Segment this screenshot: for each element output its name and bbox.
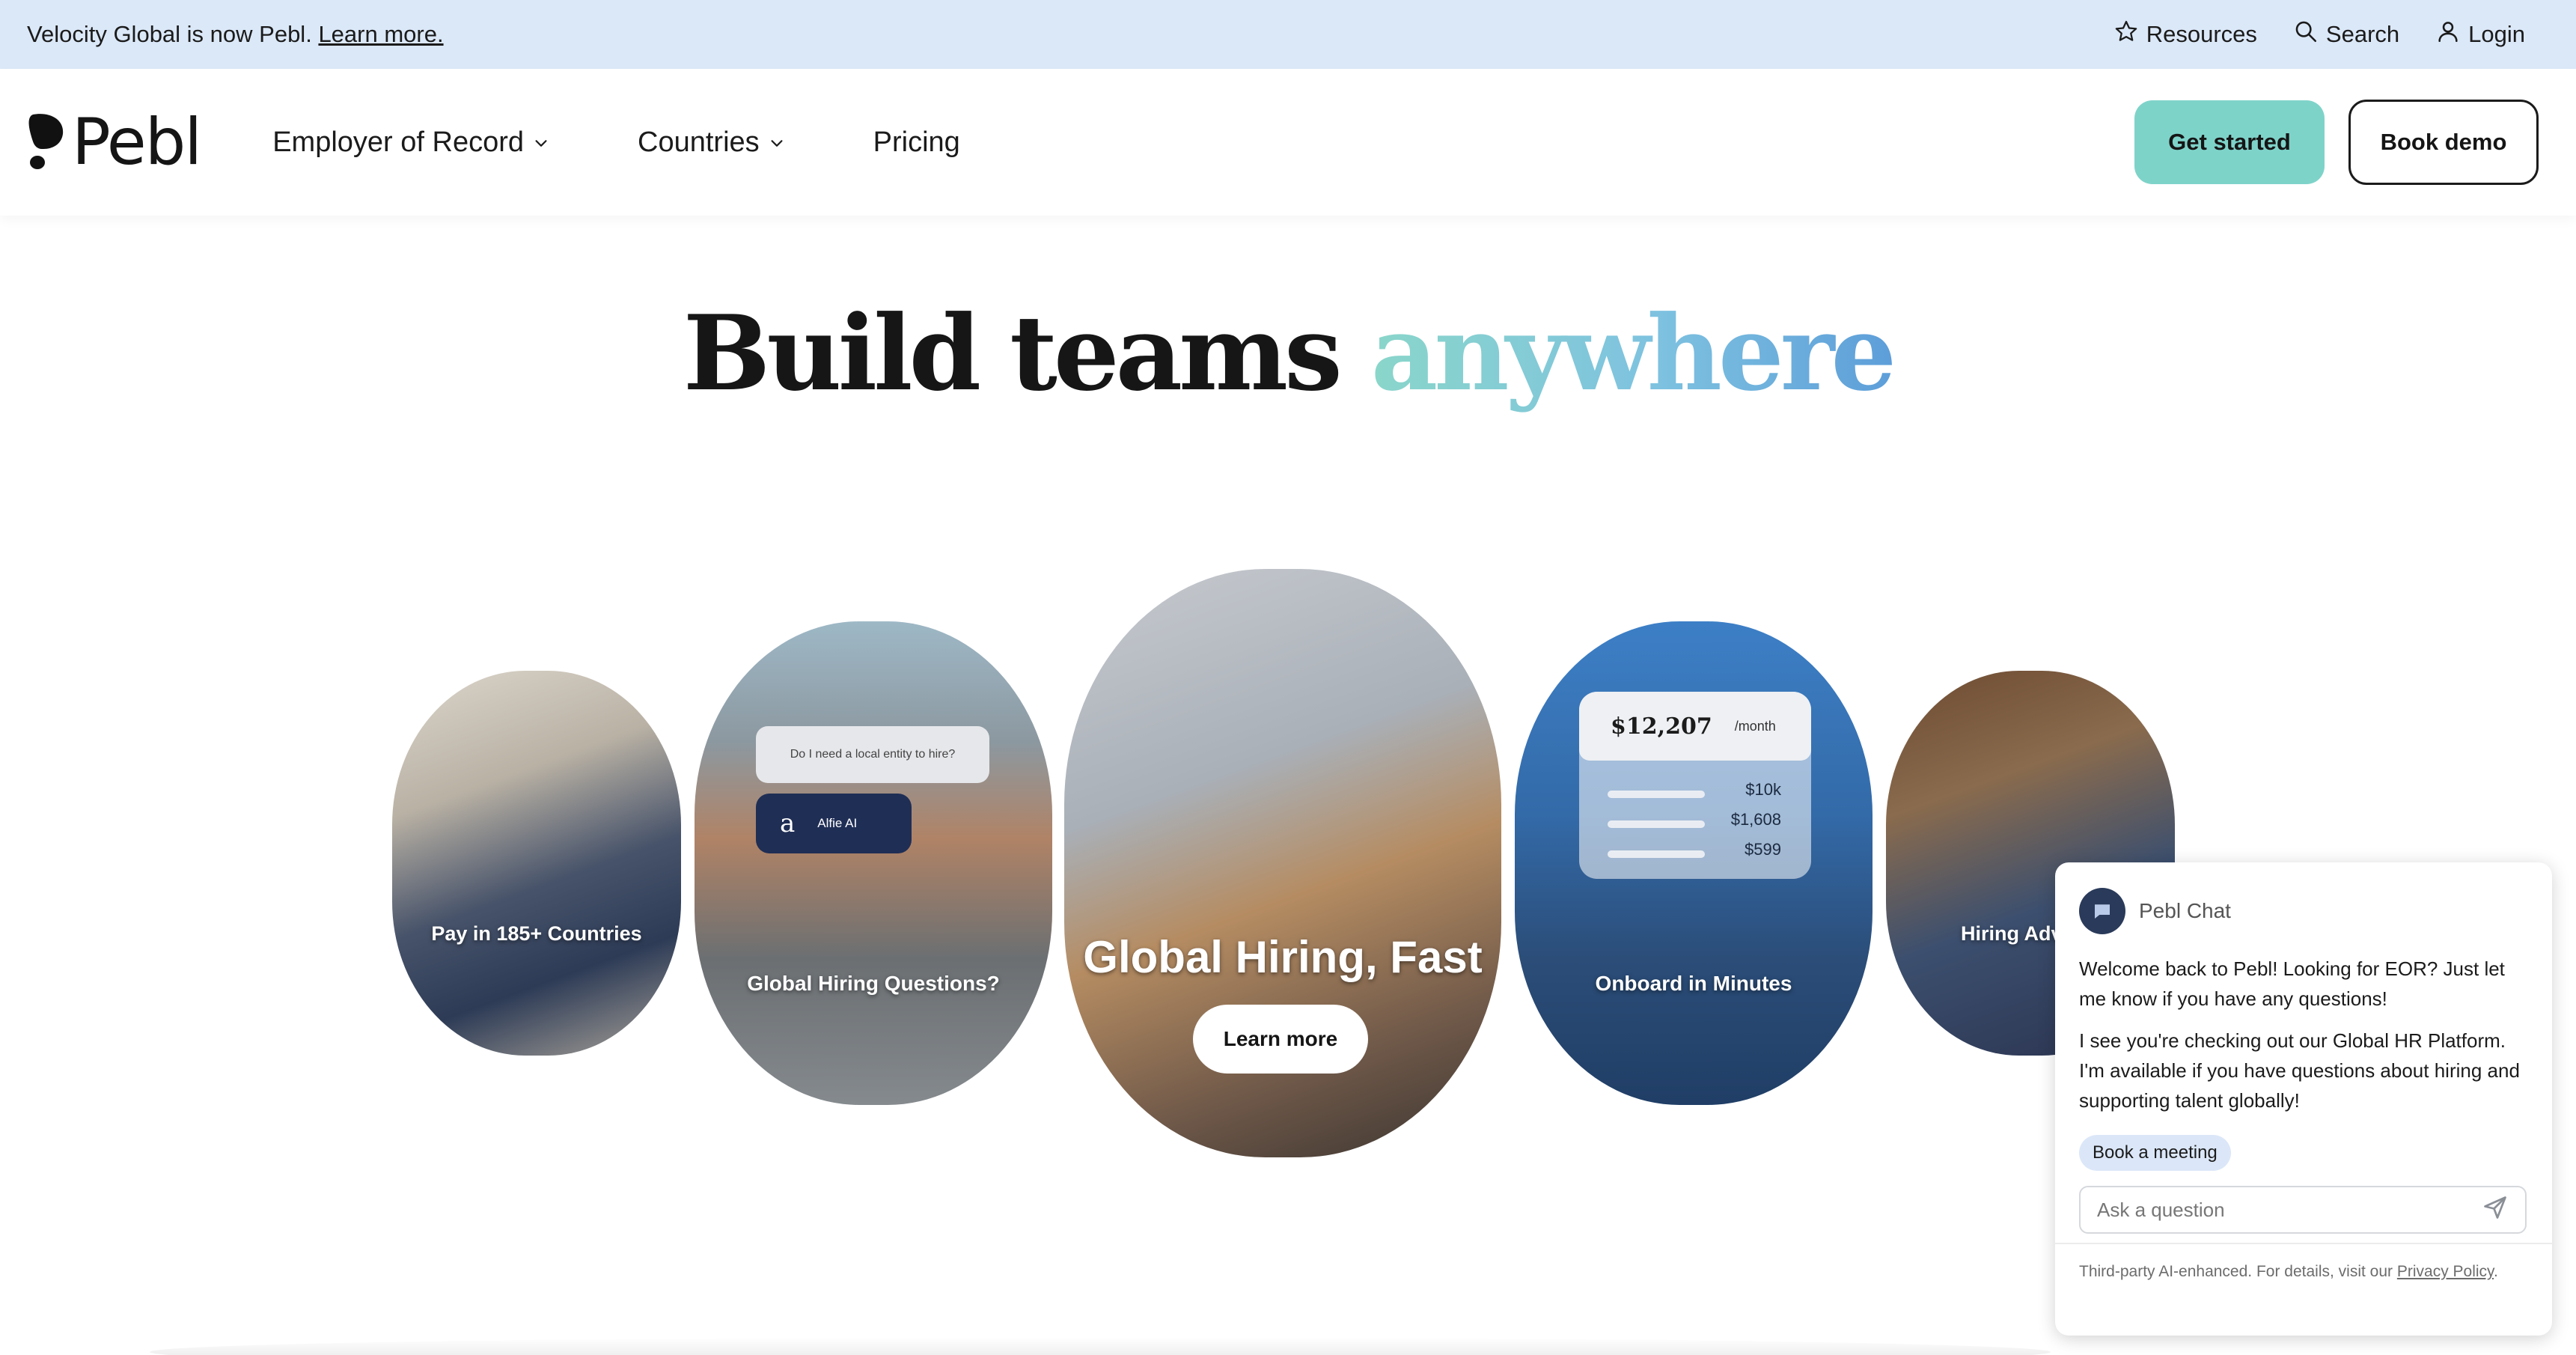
alfie-ai-label: Alfie AI <box>817 816 858 830</box>
chat-message: Welcome back to Pebl! Looking for EOR? J… <box>2079 957 2505 1010</box>
price-row-value: $1,608 <box>1730 810 1781 829</box>
card-label: Pay in 185+ Countries <box>431 922 642 945</box>
utility-nav: Resources Search Login <box>2113 19 2525 50</box>
chat-widget: Pebl Chat Welcome back to Pebl! Looking … <box>2055 862 2552 1336</box>
main-header: Pebl Employer of Record Countries Pricin… <box>0 69 2576 216</box>
announcement-left: Velocity Global is now Pebl. Learn more. <box>27 21 444 48</box>
chat-title: Pebl Chat <box>2139 899 2231 922</box>
chat-footer-text: Third-party AI-enhanced. For details, vi… <box>2079 1263 2393 1280</box>
search-link[interactable]: Search <box>2293 19 2399 50</box>
get-started-button[interactable]: Get started <box>2134 100 2325 184</box>
chevron-down-icon <box>769 127 785 159</box>
search-icon <box>2293 19 2319 50</box>
price-bar <box>1608 820 1705 828</box>
pebl-logo-icon <box>27 112 66 174</box>
page: Velocity Global is now Pebl. Learn more.… <box>0 0 2576 1355</box>
pebl-logo[interactable]: Pebl <box>27 105 202 180</box>
resources-link[interactable]: Resources <box>2113 19 2257 50</box>
learn-more-button[interactable]: Learn more <box>1193 1005 1368 1074</box>
price-bar <box>1608 791 1705 798</box>
header-actions: Get started Book demo <box>2134 100 2539 185</box>
announcement-bar: Velocity Global is now Pebl. Learn more.… <box>0 0 2576 69</box>
price-bar <box>1608 850 1705 858</box>
privacy-policy-link[interactable]: Privacy Policy <box>2397 1263 2494 1280</box>
price-amount: $12,207 <box>1611 713 1712 740</box>
chat-input[interactable]: Ask a question <box>2079 1186 2527 1234</box>
nav-label: Employer of Record <box>272 126 525 158</box>
card-hiring-questions[interactable]: Do I need a local entity to hire? a Alfi… <box>695 621 1052 1105</box>
hero-title: Build teams anywhere <box>0 292 2576 414</box>
chevron-down-icon <box>533 127 549 159</box>
user-icon <box>2435 19 2461 50</box>
alfie-ai-icon: a <box>780 809 796 838</box>
hero-title-main: Build teams <box>683 292 1343 414</box>
card-onboard-minutes[interactable]: $12,207 /month $10k $1,608 $599 Onboard … <box>1515 621 1873 1105</box>
chat-footer: Third-party AI-enhanced. For details, vi… <box>2055 1243 2552 1336</box>
chat-message: I see you're checking out our Global HR … <box>2079 1029 2520 1112</box>
search-label: Search <box>2325 21 2400 47</box>
card-label: Global Hiring Questions? <box>747 972 1000 995</box>
chat-avatar-icon <box>2079 888 2125 934</box>
login-link[interactable]: Login <box>2435 19 2525 50</box>
nav-employer-of-record[interactable]: Employer of Record <box>272 127 549 159</box>
logo-wordmark: Pebl <box>72 105 202 180</box>
nav-label: Countries <box>638 126 760 158</box>
chat-footer-end: . <box>2494 1263 2498 1280</box>
nav-countries[interactable]: Countries <box>638 127 785 159</box>
card-label: Onboard in Minutes <box>1595 972 1792 995</box>
price-header: $12,207 /month <box>1579 692 1811 761</box>
price-summary-card: $12,207 /month $10k $1,608 $599 <box>1579 692 1811 879</box>
card-featured-title: Global Hiring, Fast <box>1083 932 1483 982</box>
login-label: Login <box>2468 21 2525 47</box>
price-period: /month <box>1734 718 1776 734</box>
price-row-value: $599 <box>1745 840 1781 859</box>
section-shadow <box>150 1337 2051 1355</box>
alfie-ai-chip: a Alfie AI <box>756 794 912 853</box>
chat-input-placeholder: Ask a question <box>2097 1198 2225 1221</box>
star-icon <box>2113 19 2139 50</box>
question-bubble: Do I need a local entity to hire? <box>756 726 989 783</box>
card-pay-countries[interactable]: Pay in 185+ Countries <box>392 671 681 1056</box>
send-icon[interactable] <box>2482 1194 2509 1226</box>
nav-label: Pricing <box>873 126 960 158</box>
price-row-value: $10k <box>1745 780 1781 799</box>
nav-pricing[interactable]: Pricing <box>873 127 960 159</box>
chat-header: Pebl Chat <box>2079 888 2528 934</box>
card-label: Hiring Adv <box>1961 922 2063 945</box>
hero-title-accent: anywhere <box>1370 292 1896 414</box>
book-demo-button[interactable]: Book demo <box>2348 100 2539 185</box>
announcement-text: Velocity Global is now Pebl. <box>27 21 312 47</box>
card-global-hiring-fast[interactable]: Global Hiring, Fast Learn more <box>1064 569 1501 1157</box>
book-meeting-chip[interactable]: Book a meeting <box>2079 1135 2231 1171</box>
resources-label: Resources <box>2146 21 2257 47</box>
main-nav: Employer of Record Countries Pricing <box>272 127 1049 159</box>
announcement-learn-more-link[interactable]: Learn more. <box>318 21 443 47</box>
